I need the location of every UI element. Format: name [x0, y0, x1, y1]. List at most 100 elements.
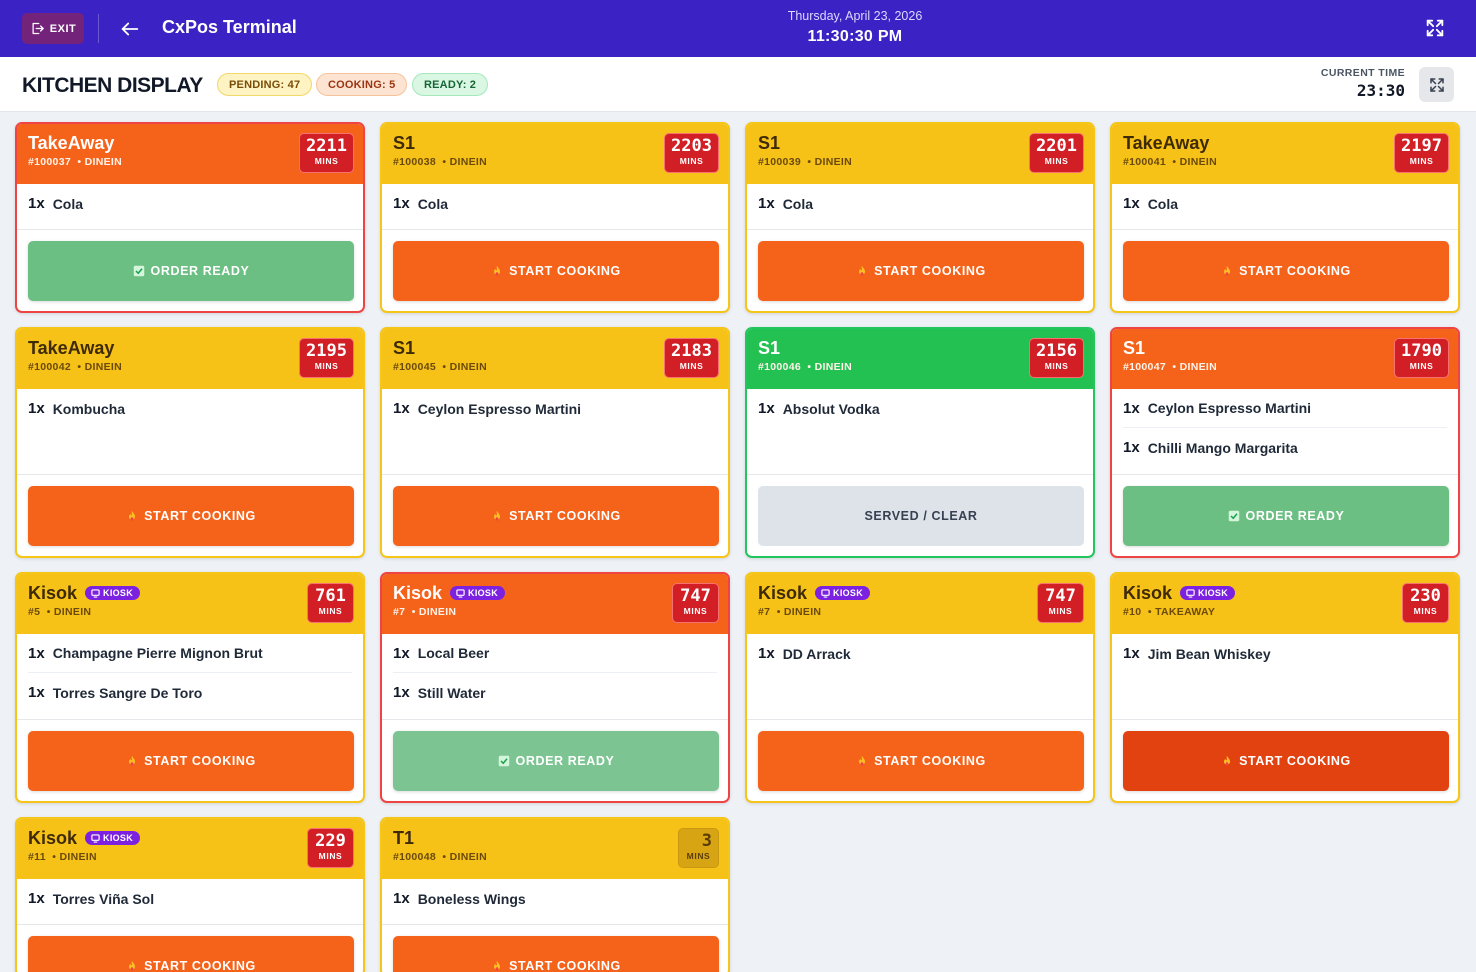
kiosk-badge: KIOSK — [815, 586, 871, 600]
start-cooking-button[interactable]: START COOKING — [393, 936, 719, 972]
minutes-unit: MINS — [679, 361, 704, 371]
order-card: S1 #100045 • DINEIN 2183 MINS 1x Ceylon Es… — [380, 327, 730, 558]
item-name: DD Arrack — [782, 645, 851, 662]
action-label: ORDER READY — [150, 264, 250, 278]
fullscreen-button[interactable] — [1424, 17, 1448, 41]
elapsed-minutes: 747 MINS — [1037, 583, 1084, 623]
order-meta: #11 • DINEIN — [28, 851, 97, 863]
fire-icon — [494, 960, 501, 971]
kiosk-icon — [1186, 588, 1195, 598]
order-ready-button[interactable]: ORDER READY — [1123, 486, 1449, 546]
item-qty: 1x — [28, 400, 45, 417]
order-name-text: Kisok — [393, 583, 443, 603]
item-name: Boneless Wings — [417, 890, 526, 907]
item-qty: 1x — [393, 684, 410, 701]
kiosk-label: KIOSK — [468, 588, 499, 598]
minutes-value: 2156 — [1036, 341, 1077, 361]
order-name: Kisok KIOSK — [1123, 582, 1447, 604]
minutes-unit: MINS — [686, 851, 711, 861]
cooking-count-badge: COOKING: 5 — [316, 73, 408, 96]
item-qty: 1x — [1123, 195, 1140, 212]
item-name: Cola — [417, 195, 449, 212]
order-type: DINEIN — [449, 851, 488, 863]
fullscreen-toggle-button[interactable] — [1419, 67, 1454, 102]
start-cooking-button[interactable]: START COOKING — [393, 486, 719, 546]
minutes-unit: MINS — [683, 606, 708, 616]
order-name-text: TakeAway — [1123, 133, 1210, 153]
start-cooking-button[interactable]: START COOKING — [28, 936, 354, 972]
order-card: Kisok KIOSK #7 • DINEIN 747 MINS 1x DD Arr… — [745, 572, 1095, 803]
start-cooking-button[interactable]: START COOKING — [1123, 731, 1449, 791]
kitchen-header: KITCHEN DISPLAY PENDING: 47 COOKING: 5 R… — [0, 57, 1476, 112]
item-name: Torres Sangre De Toro — [52, 684, 203, 701]
order-ready-button[interactable]: ORDER READY — [393, 731, 719, 791]
order-type: DINEIN — [418, 606, 457, 618]
order-type: DINEIN — [814, 361, 853, 373]
minutes-value: 2211 — [306, 136, 347, 156]
minutes-value: 747 — [1045, 586, 1076, 606]
start-cooking-button[interactable]: START COOKING — [393, 241, 719, 301]
order-name-text: Kisok — [28, 828, 78, 848]
item-qty: 1x — [1123, 645, 1140, 662]
start-cooking-button[interactable]: START COOKING — [758, 241, 1084, 301]
fire-icon — [1224, 755, 1231, 766]
minutes-unit: MINS — [1409, 156, 1434, 166]
order-name-text: S1 — [758, 133, 781, 153]
exit-button[interactable]: EXIT — [22, 13, 84, 44]
order-name-text: Kisok — [28, 583, 78, 603]
kiosk-icon — [91, 588, 100, 598]
action-label: START COOKING — [1239, 264, 1351, 278]
item-qty: 1x — [28, 195, 45, 212]
order-card-header: T1 #100048 • DINEIN 3 MINS — [382, 819, 728, 879]
item-qty: 1x — [393, 400, 410, 417]
list-item: 1x Ceylon Espresso Martini — [1123, 389, 1447, 428]
order-name: Kisok KIOSK — [758, 582, 1082, 604]
order-card-header: Kisok KIOSK #7 • DINEIN 747 MINS — [382, 574, 728, 634]
app-title: CxPos Terminal — [162, 17, 297, 37]
minutes-value: 2201 — [1036, 136, 1077, 156]
minutes-unit: MINS — [318, 606, 343, 616]
minutes-value: 2195 — [306, 341, 347, 361]
item-qty: 1x — [1123, 439, 1140, 456]
order-meta: #7 • DINEIN — [758, 606, 822, 618]
item-name: Jim Bean Whiskey — [1147, 645, 1271, 662]
arrow-left-icon — [121, 22, 139, 36]
kiosk-label: KIOSK — [103, 588, 134, 598]
fire-icon — [1224, 265, 1231, 276]
start-cooking-button[interactable]: START COOKING — [758, 731, 1084, 791]
order-type: DINEIN — [53, 606, 92, 618]
item-qty: 1x — [758, 645, 775, 662]
elapsed-minutes: 2203 MINS — [664, 133, 719, 173]
order-items: 1x Boneless Wings — [382, 879, 728, 925]
fire-icon — [494, 265, 501, 276]
elapsed-minutes: 2183 MINS — [664, 338, 719, 378]
item-qty: 1x — [393, 890, 410, 907]
minutes-value: 230 — [1410, 586, 1441, 606]
order-name: Kisok KIOSK — [393, 582, 717, 604]
action-label: SERVED / CLEAR — [864, 509, 978, 523]
order-number: #100045 — [393, 361, 436, 373]
list-item: 1x Cola — [393, 184, 717, 223]
minutes-unit: MINS — [318, 851, 343, 861]
start-cooking-button[interactable]: START COOKING — [28, 486, 354, 546]
order-card: Kisok KIOSK #5 • DINEIN 761 MINS 1x Champa… — [15, 572, 365, 803]
item-qty: 1x — [758, 195, 775, 212]
kiosk-badge: KIOSK — [450, 586, 506, 600]
order-ready-button[interactable]: ORDER READY — [28, 241, 354, 301]
minutes-unit: MINS — [1044, 156, 1069, 166]
elapsed-minutes: 2197 MINS — [1394, 133, 1449, 173]
order-name: Kisok KIOSK — [28, 582, 352, 604]
served-clear-button[interactable]: SERVED / CLEAR — [758, 486, 1084, 546]
action-label: START COOKING — [144, 754, 256, 768]
order-name-text: Kisok — [758, 583, 808, 603]
start-cooking-button[interactable]: START COOKING — [1123, 241, 1449, 301]
item-name: Absolut Vodka — [782, 400, 880, 417]
order-card-header: S1 #100046 • DINEIN 2156 MINS — [747, 329, 1093, 389]
order-card-header: Kisok KIOSK #7 • DINEIN 747 MINS — [747, 574, 1093, 634]
list-item: 1x Cola — [28, 184, 352, 223]
action-label: START COOKING — [509, 959, 621, 972]
elapsed-minutes: 230 MINS — [1402, 583, 1449, 623]
start-cooking-button[interactable]: START COOKING — [28, 731, 354, 791]
item-name: Cola — [52, 195, 84, 212]
back-button[interactable] — [116, 16, 144, 42]
